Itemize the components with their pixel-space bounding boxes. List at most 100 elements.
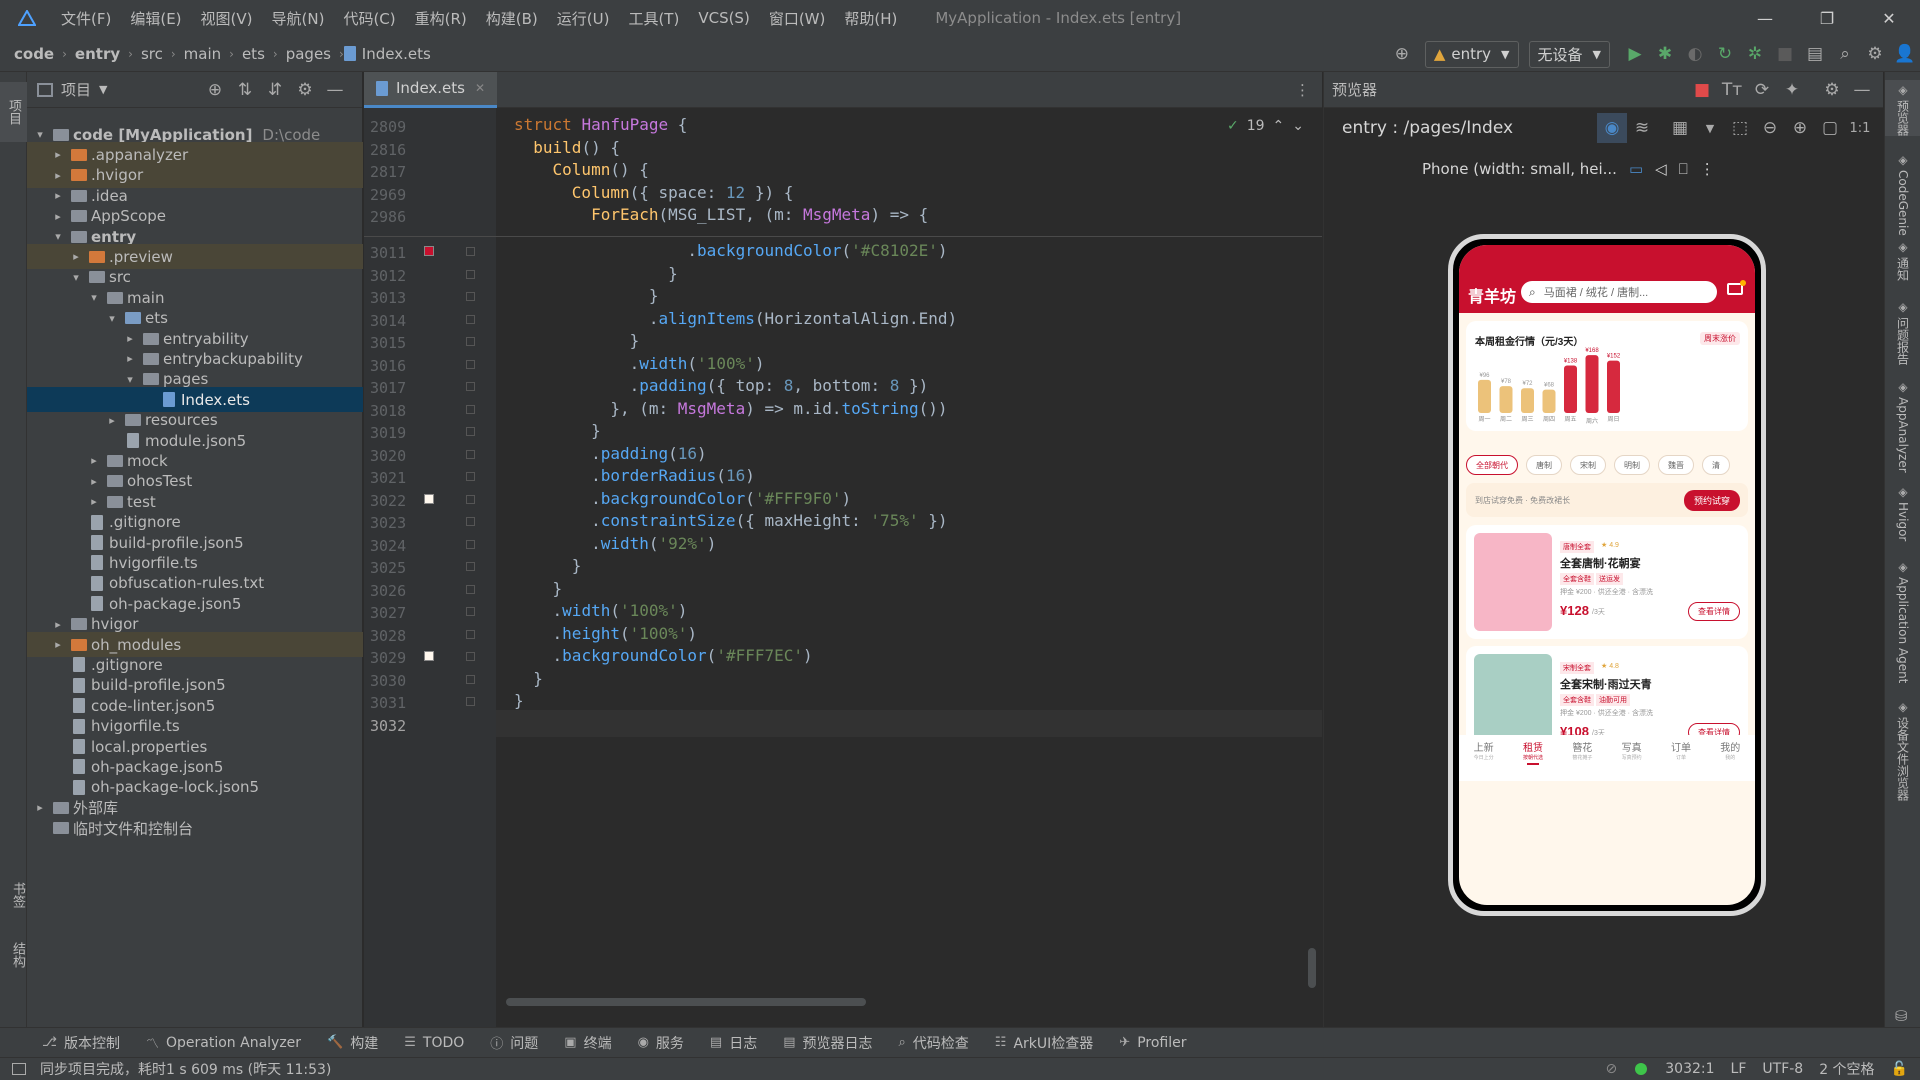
close-window-button[interactable]: ✕ — [1858, 0, 1920, 36]
fold-marker-icon[interactable] — [466, 427, 475, 436]
line-separator[interactable]: LF — [1731, 1061, 1747, 1077]
fold-marker-icon[interactable] — [466, 584, 475, 594]
fold-marker-icon[interactable] — [466, 607, 475, 616]
project-tool-tab[interactable]: 项目 — [0, 82, 27, 142]
bottom-tool-button[interactable]: ☷ ArkUI检查器 — [995, 1033, 1093, 1053]
menu-item[interactable]: 构建(B) — [486, 8, 538, 29]
bottom-tool-button[interactable]: 〽 Operation Analyzer — [146, 1033, 301, 1053]
breadcrumb-item[interactable]: Index.ets — [362, 45, 431, 63]
caret-position[interactable]: 3032:1 — [1665, 1061, 1714, 1077]
file-encoding[interactable]: UTF-8 — [1762, 1061, 1803, 1077]
bottom-tool-button[interactable]: ▤ 日志 — [710, 1033, 757, 1053]
rerun-icon[interactable]: ↻ — [1710, 39, 1740, 69]
chevron-right-icon[interactable]: ▸ — [51, 638, 65, 651]
fold-marker-icon[interactable] — [466, 629, 475, 639]
menu-item[interactable]: 视图(V) — [201, 8, 253, 29]
minimize-button[interactable]: — — [1734, 0, 1796, 36]
dynasty-chip[interactable]: 明制 — [1614, 455, 1650, 475]
bottom-tab[interactable]: 租赁 按朝代选 — [1508, 735, 1557, 781]
gear-icon[interactable]: ⚙ — [1817, 75, 1847, 105]
bottom-tab[interactable]: 上新 今日上分 — [1459, 735, 1508, 781]
run-config-select[interactable]: ▲ entry ▼ — [1424, 40, 1519, 68]
dynasty-chip[interactable]: 全部朝代 — [1466, 455, 1518, 475]
lock-icon[interactable]: 🔓 — [1891, 1061, 1908, 1077]
fold-marker-icon[interactable] — [466, 247, 475, 256]
chevron-down-icon[interactable]: ▼ — [1695, 113, 1725, 143]
breadcrumb-item[interactable]: src — [141, 45, 163, 63]
chevron-right-icon[interactable]: ▸ — [51, 618, 65, 631]
chevron-right-icon[interactable]: ▸ — [123, 352, 137, 365]
hide-panel-icon[interactable]: — — [320, 75, 350, 105]
toggle-panels-icon[interactable] — [12, 1063, 26, 1075]
dynasty-chip[interactable]: 魏晋 — [1658, 455, 1694, 475]
rotate-icon[interactable]: ◁ — [1655, 160, 1667, 178]
indent-setting[interactable]: 2 个空格 — [1819, 1059, 1874, 1079]
chevron-down-icon[interactable]: ▾ — [51, 230, 65, 243]
bookmarks-tool-tab[interactable]: 书签 — [0, 882, 27, 908]
actual-size-icon[interactable]: ▢ — [1815, 113, 1845, 143]
chevron-right-icon[interactable]: ▸ — [51, 189, 65, 202]
debug-icon[interactable]: ✱ — [1650, 39, 1680, 69]
right-tool-tab[interactable]: ◈ Hvigor — [1885, 482, 1920, 541]
fold-marker-icon[interactable] — [466, 269, 475, 279]
chevron-right-icon[interactable]: ▸ — [87, 454, 101, 467]
fold-marker-icon[interactable] — [466, 539, 475, 549]
attach-debugger-icon[interactable]: ✲ — [1740, 39, 1770, 69]
dynasty-chip[interactable]: 宋制 — [1570, 455, 1606, 475]
app-search-bar[interactable]: ⌕ 马面裙 / 绒花 / 唐制... — [1521, 281, 1717, 303]
breadcrumb-item[interactable]: ets — [242, 45, 265, 63]
refresh-icon[interactable]: ⟳ — [1747, 75, 1777, 105]
chevron-right-icon[interactable]: ▸ — [51, 169, 65, 182]
menu-item[interactable]: 导航(N) — [272, 8, 325, 29]
chevron-down-icon[interactable]: ⌄ — [1292, 118, 1304, 134]
dynasty-chip[interactable]: 唐制 — [1526, 455, 1562, 475]
bottom-tool-button[interactable]: ▣ 终端 — [564, 1033, 611, 1053]
bottom-tool-button[interactable]: 🔨 构建 — [327, 1033, 378, 1053]
fit-icon[interactable]: ⬚ — [1725, 113, 1755, 143]
bottom-tab[interactable]: 写真 写真预约 — [1607, 735, 1656, 781]
locate-file-icon[interactable]: ⊕ — [200, 75, 230, 105]
menu-item[interactable]: 重构(R) — [415, 8, 467, 29]
color-swatch-light[interactable] — [424, 493, 434, 504]
breadcrumb-item[interactable]: main — [184, 45, 221, 63]
breadcrumb-item[interactable]: pages — [286, 45, 331, 63]
tab-index-ets[interactable]: Index.ets ✕ — [364, 71, 498, 108]
gear-icon[interactable]: ⚙ — [290, 75, 320, 105]
chevron-down-icon[interactable]: ▾ — [33, 128, 47, 141]
bottom-tool-button[interactable]: ◉ 服务 — [638, 1033, 684, 1053]
right-tool-tab[interactable]: ◈ 设备文件浏览器 — [1885, 697, 1920, 801]
fold-marker-icon[interactable] — [466, 697, 475, 706]
breadcrumb-item[interactable]: code — [14, 45, 54, 63]
one-to-one-icon[interactable]: 1:1 — [1845, 113, 1875, 143]
fold-marker-icon[interactable] — [466, 494, 475, 504]
fold-marker-icon[interactable] — [466, 652, 475, 661]
fold-marker-icon[interactable] — [466, 562, 475, 571]
chevron-right-icon[interactable]: ▸ — [87, 475, 101, 488]
fold-marker-icon[interactable] — [466, 314, 475, 324]
hide-panel-icon[interactable]: — — [1847, 75, 1877, 105]
chevron-right-icon[interactable]: ▸ — [33, 801, 47, 814]
right-tool-tab[interactable]: ◈ 问题报告 — [1885, 297, 1920, 365]
bottom-tool-button[interactable]: ⌕ 代码检查 — [899, 1033, 969, 1053]
settings-gear-icon[interactable]: ⚙ — [1860, 39, 1890, 69]
device-select[interactable]: 无设备 ▼ — [1528, 40, 1610, 68]
right-tool-tab[interactable]: ◈ Application Agent — [1885, 557, 1920, 683]
fold-marker-icon[interactable] — [466, 382, 475, 391]
structure-tool-tab[interactable]: 结构 — [0, 942, 27, 968]
chevron-right-icon[interactable]: ▸ — [69, 250, 83, 263]
bottom-tool-button[interactable]: ▤ 预览器日志 — [783, 1033, 872, 1053]
bottom-tool-button[interactable]: ✈ Profiler — [1119, 1035, 1186, 1051]
phone-screen[interactable]: 青羊坊 ⌕ 马面裙 / 绒花 / 唐制... 本周租金行情（元/3天） 周末涨价 … — [1459, 245, 1755, 905]
chevron-up-icon[interactable]: ⌃ — [1273, 118, 1285, 134]
fold-marker-icon[interactable] — [466, 337, 475, 346]
horizontal-scrollbar[interactable] — [506, 998, 866, 1006]
fold-marker-icon[interactable] — [466, 472, 475, 481]
menu-item[interactable]: 运行(U) — [557, 8, 610, 29]
fold-marker-icon[interactable] — [466, 404, 475, 414]
expand-all-icon[interactable]: ⇅ — [230, 75, 260, 105]
stop-preview-icon[interactable]: ■ — [1687, 75, 1717, 105]
inspect-mode-icon[interactable]: ◉ — [1597, 113, 1627, 143]
chevron-right-icon[interactable]: ▸ — [87, 495, 101, 508]
fold-marker-icon[interactable] — [466, 292, 475, 301]
chevron-down-icon[interactable]: ▾ — [69, 271, 83, 284]
